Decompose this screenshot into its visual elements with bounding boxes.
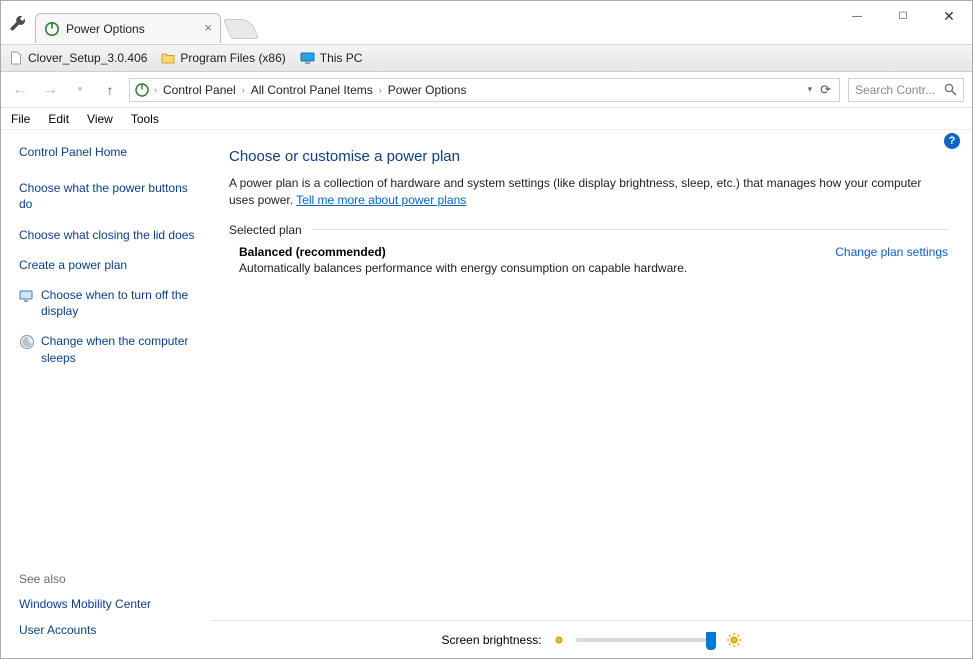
sidebar-link[interactable]: Change when the computer sleeps: [41, 333, 201, 365]
breadcrumb-segment[interactable]: All Control Panel Items: [249, 83, 375, 97]
refresh-icon[interactable]: ⟳: [820, 82, 831, 98]
brightness-high-icon: [726, 632, 742, 648]
selected-plan-label: Selected plan: [229, 223, 312, 237]
search-input[interactable]: Search Contr...: [848, 78, 964, 102]
chevron-down-icon[interactable]: ▾: [808, 84, 813, 95]
learn-more-link[interactable]: Tell me more about power plans: [296, 193, 466, 207]
history-dropdown-icon[interactable]: ▾: [69, 84, 91, 95]
display-off-icon: [19, 288, 35, 304]
bookmark-item[interactable]: This PC: [300, 51, 363, 65]
back-button[interactable]: ←: [9, 81, 31, 99]
page-heading: Choose or customise a power plan: [229, 148, 948, 165]
tab-title: Power Options: [66, 22, 145, 36]
window-controls: — ☐ ✕: [834, 1, 972, 31]
address-bar-row: ← → ▾ ↑ › Control Panel › All Control Pa…: [1, 72, 972, 108]
close-button[interactable]: ✕: [926, 1, 972, 31]
folder-icon: [161, 51, 175, 65]
title-bar: Power Options × — ☐ ✕: [1, 1, 972, 44]
up-button[interactable]: ↑: [99, 82, 121, 98]
chevron-right-icon: ›: [379, 85, 382, 95]
content-area: ? Control Panel Home Choose what the pow…: [1, 130, 972, 658]
search-placeholder: Search Contr...: [855, 83, 935, 97]
sidebar-link[interactable]: Choose what the power buttons do: [19, 180, 201, 212]
breadcrumb-segment[interactable]: Power Options: [386, 83, 469, 97]
see-also-label: See also: [19, 572, 201, 586]
brightness-slider[interactable]: [576, 638, 716, 642]
bookmark-bar: Clover_Setup_3.0.406 Program Files (x86)…: [1, 44, 972, 72]
control-panel-home-link[interactable]: Control Panel Home: [19, 144, 201, 160]
plan-name: Balanced (recommended): [239, 245, 386, 259]
menu-tools[interactable]: Tools: [131, 112, 159, 126]
page-description: A power plan is a collection of hardware…: [229, 175, 948, 209]
bookmark-label: This PC: [320, 51, 363, 65]
breadcrumb[interactable]: › Control Panel › All Control Panel Item…: [129, 78, 840, 102]
browser-tab[interactable]: Power Options ×: [35, 13, 221, 43]
new-tab-button[interactable]: [223, 19, 259, 39]
selected-plan-header: Selected plan: [229, 223, 948, 237]
breadcrumb-segment[interactable]: Control Panel: [161, 83, 238, 97]
divider: [312, 229, 948, 230]
bookmark-label: Program Files (x86): [180, 51, 285, 65]
file-icon: [9, 51, 23, 65]
chevron-right-icon: ›: [242, 85, 245, 95]
see-also-link[interactable]: User Accounts: [19, 622, 201, 638]
tab-close-icon[interactable]: ×: [204, 20, 212, 35]
brightness-label: Screen brightness:: [441, 633, 541, 647]
brightness-bar: Screen brightness:: [211, 620, 972, 658]
sidebar: Control Panel Home Choose what the power…: [1, 130, 211, 658]
settings-wrench-icon[interactable]: [1, 1, 35, 44]
plan-row: Balanced (recommended) Change plan setti…: [229, 245, 948, 259]
see-also-link[interactable]: Windows Mobility Center: [19, 596, 201, 612]
sidebar-link[interactable]: Create a power plan: [19, 257, 201, 273]
menu-edit[interactable]: Edit: [48, 112, 69, 126]
minimize-button[interactable]: —: [834, 1, 880, 31]
plan-description: Automatically balances performance with …: [229, 261, 948, 275]
search-icon: [944, 83, 957, 96]
power-icon: [134, 82, 150, 98]
main-pane: Choose or customise a power plan A power…: [211, 130, 972, 658]
sidebar-link[interactable]: Choose what closing the lid does: [19, 227, 201, 243]
sleep-icon: [19, 334, 35, 350]
bookmark-label: Clover_Setup_3.0.406: [28, 51, 147, 65]
bookmark-item[interactable]: Program Files (x86): [161, 51, 285, 65]
sidebar-link[interactable]: Choose when to turn off the display: [41, 287, 201, 319]
power-icon: [44, 21, 60, 37]
slider-thumb[interactable]: [706, 632, 716, 650]
menu-view[interactable]: View: [87, 112, 113, 126]
menu-bar: File Edit View Tools: [1, 108, 972, 130]
change-plan-settings-link[interactable]: Change plan settings: [835, 245, 948, 259]
monitor-icon: [300, 51, 315, 65]
menu-file[interactable]: File: [11, 112, 30, 126]
forward-button[interactable]: →: [39, 81, 61, 99]
bookmark-item[interactable]: Clover_Setup_3.0.406: [9, 51, 147, 65]
chevron-right-icon: ›: [154, 85, 157, 95]
maximize-button[interactable]: ☐: [880, 1, 926, 31]
brightness-low-icon: [552, 633, 566, 647]
